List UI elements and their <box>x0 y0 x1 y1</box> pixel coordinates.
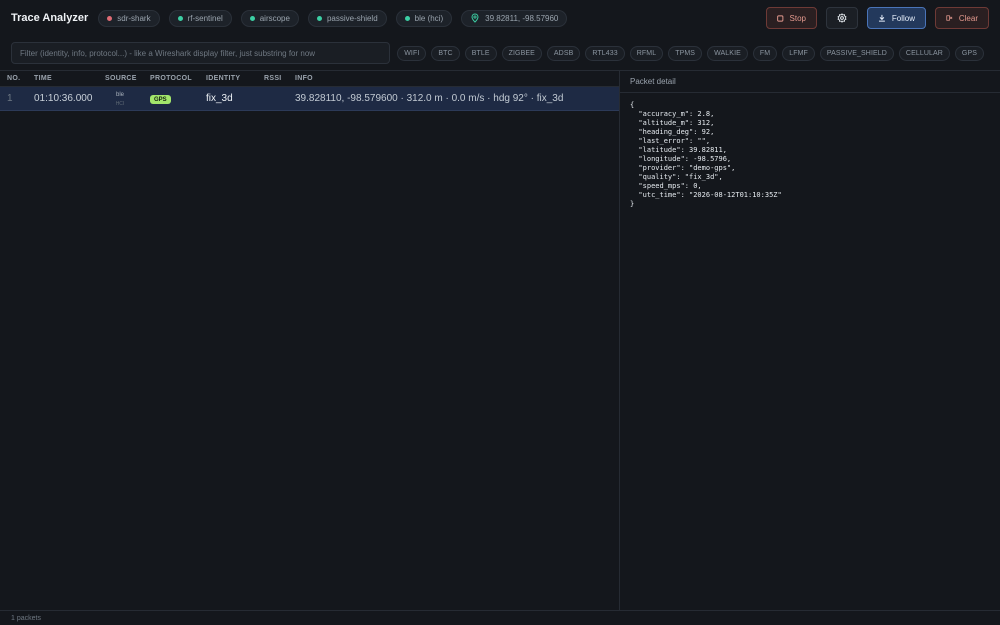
stop-icon <box>777 14 784 22</box>
protocol-chip[interactable]: GPS <box>954 45 984 61</box>
status-dot <box>177 15 183 21</box>
source-pill-ble-hci[interactable]: ble (hci) <box>395 9 453 27</box>
column-header-identity[interactable]: IDENTITY <box>206 75 240 82</box>
follow-label: Follow <box>891 13 915 23</box>
clear-button[interactable]: Clear <box>935 7 989 29</box>
status-dot <box>316 15 322 21</box>
packet-detail-pane: Packet detail { "accuracy_m": 2.8, "alti… <box>620 70 1000 610</box>
packet-detail-json: { "accuracy_m": 2.8, "altitude_m": 312, … <box>630 101 782 208</box>
source-pill-sdr-shark[interactable]: sdr-shark <box>98 9 160 27</box>
packet-table: NO. TIME SOURCE PROTOCOL IDENTITY RSSI I… <box>0 70 620 610</box>
source-pill-passive-shield[interactable]: passive-shield <box>307 9 387 27</box>
source-pill-rf-sentinel[interactable]: rf-sentinel <box>168 9 232 27</box>
packet-detail-title: Packet detail <box>620 71 1000 93</box>
status-dot <box>107 15 113 21</box>
source-label: passive-shield <box>326 13 378 23</box>
gear-icon <box>837 13 847 23</box>
source-pill-airscope[interactable]: airscope <box>240 9 299 27</box>
map-pin-icon <box>471 13 479 23</box>
table-header: NO. TIME SOURCE PROTOCOL IDENTITY RSSI I… <box>0 71 619 87</box>
protocol-chip[interactable]: LFMF <box>782 45 815 61</box>
source-label: rf-sentinel <box>187 13 223 23</box>
protocol-chip[interactable]: BTC <box>431 45 460 61</box>
stop-label: Stop <box>789 13 806 23</box>
column-header-info[interactable]: INFO <box>295 75 313 82</box>
row-identity: fix_3d <box>206 93 233 104</box>
column-header-time[interactable]: TIME <box>34 75 52 82</box>
row-source-interface: HCI <box>115 101 125 107</box>
protocol-chip[interactable]: ADSB <box>546 45 581 61</box>
status-dot <box>249 15 255 21</box>
stop-button[interactable]: Stop <box>766 7 817 29</box>
protocol-chip[interactable]: TPMS <box>668 45 703 61</box>
row-time: 01:10:36.000 <box>34 93 93 104</box>
app-title: Trace Analyzer <box>11 12 89 24</box>
location-text: 39.82811, -98.57960 <box>485 13 559 23</box>
filter-input[interactable] <box>11 42 391 64</box>
protocol-chip[interactable]: ZIGBEE <box>501 45 542 61</box>
status-dot <box>404 15 410 21</box>
settings-button[interactable] <box>826 7 858 29</box>
download-icon <box>878 14 885 22</box>
column-header-protocol[interactable]: PROTOCOL <box>150 75 192 82</box>
source-label: ble (hci) <box>414 13 444 23</box>
column-header-source[interactable]: SOURCE <box>105 75 137 82</box>
top-actions: Stop Follow Clear <box>757 7 989 29</box>
location-pill[interactable]: 39.82811, -98.57960 <box>461 9 568 27</box>
protocol-chip[interactable]: RTL433 <box>585 45 625 61</box>
protocol-chip[interactable]: BTLE <box>464 45 497 61</box>
protocol-chip[interactable]: PASSIVE_SHIELD <box>819 45 894 61</box>
status-bar: 1 packets <box>0 610 1000 625</box>
row-source: ble HCI <box>105 91 135 108</box>
column-header-rssi[interactable]: RSSI <box>264 75 282 82</box>
protocol-chip[interactable]: FM <box>752 45 778 61</box>
source-label: sdr-shark <box>117 13 151 23</box>
row-number: 1 <box>7 93 13 104</box>
source-label: airscope <box>259 13 290 23</box>
column-header-no[interactable]: NO. <box>7 75 20 82</box>
protocol-chip[interactable]: WIFI <box>397 45 427 61</box>
table-row[interactable]: 1 01:10:36.000 ble HCI GPS fix_3d 39.828… <box>0 87 619 111</box>
packet-count: 1 packets <box>11 614 41 622</box>
row-source-name: ble <box>115 92 124 98</box>
filter-bar: WIFI BTC BTLE ZIGBEE ADSB RTL433 RFML TP… <box>0 38 1000 68</box>
protocol-chip[interactable]: RFML <box>629 45 664 61</box>
protocol-chip[interactable]: WALKIE <box>707 45 748 61</box>
clear-label: Clear <box>958 13 978 23</box>
follow-button[interactable]: Follow <box>867 7 926 29</box>
top-bar: Trace Analyzer sdr-shark rf-sentinel air… <box>0 0 1000 36</box>
row-info: 39.828110, -98.579600 · 312.0 m · 0.0 m/… <box>295 93 564 104</box>
protocol-badge: GPS <box>150 95 171 104</box>
clear-icon <box>946 15 953 21</box>
protocol-chip[interactable]: CELLULAR <box>898 45 950 61</box>
